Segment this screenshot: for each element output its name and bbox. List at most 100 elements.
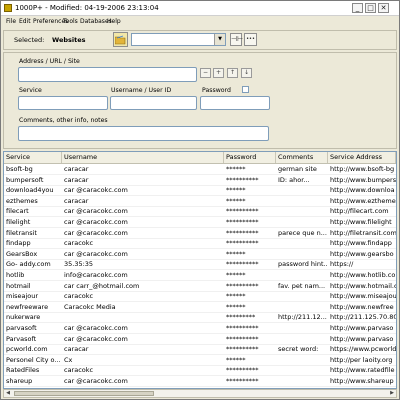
cell-comments (276, 185, 328, 196)
minus-button[interactable]: − (200, 68, 211, 78)
table-row[interactable]: filelight car @caracokc.com ********** http… (4, 217, 396, 228)
cell-comments (276, 291, 328, 302)
column-header-comments[interactable]: Comments (276, 152, 328, 163)
cell-service-address: http://www.newfree (330, 302, 394, 311)
table-row[interactable]: Personel City o... Cx ****** http://per lao… (4, 355, 396, 366)
menu-file[interactable]: File (6, 16, 16, 28)
cell-comments (276, 365, 328, 376)
cell-service: parvasoft (6, 324, 37, 332)
cell-service-address: http://211.125.70.80 (330, 313, 396, 322)
cell-username: car @caracokc.com (64, 186, 128, 195)
cell-password: ****** (226, 249, 246, 258)
minimize-button[interactable]: _ (352, 3, 363, 13)
cell-comments: ID: ahor... (278, 175, 310, 184)
cell-password: ****** (226, 355, 246, 364)
column-header-service[interactable]: Service (4, 152, 62, 163)
filter-button[interactable]: ⊣⊢ (230, 33, 243, 46)
table-row[interactable]: bumpersoft caracar ********** ID: ahor... ht… (4, 175, 396, 186)
chevron-down-icon[interactable]: ▼ (214, 34, 225, 45)
table-row[interactable]: download4you car @caracokc.com ****** http:… (4, 185, 396, 197)
more-button[interactable]: ••• (244, 33, 257, 46)
column-header-service-address[interactable]: Service Address (328, 152, 396, 163)
menu-edit[interactable]: Edit (19, 16, 31, 28)
scroll-thumb[interactable] (14, 391, 154, 396)
comments-input[interactable] (18, 126, 269, 141)
table-row[interactable]: hotmail car carr_@hotmail.com ********** fa… (4, 281, 396, 292)
up-arrow-button[interactable]: ↑ (227, 68, 238, 78)
cell-service-address: http://www.parvaso (330, 324, 394, 332)
table-row[interactable]: hotlib info@caracokc.com ****** http://www.… (4, 270, 396, 281)
table-row[interactable]: Go- addy.com 35.35:35 ********** password h… (4, 259, 396, 271)
cell-username: car @caracokc.com (64, 249, 128, 258)
horizontal-scrollbar[interactable]: ◀ ▶ (3, 389, 397, 398)
table-row[interactable]: newfreeware Caracokc Media ****** http://ww… (4, 302, 396, 313)
username-input[interactable] (110, 96, 197, 110)
table-row[interactable]: miseajour caracokc ****** http://www.miseaj… (4, 291, 396, 303)
cell-comments (276, 355, 328, 366)
cell-service: pcworld.com (6, 345, 48, 354)
address-label: Address / URL / Site (19, 58, 80, 65)
maximize-button[interactable]: □ (365, 3, 376, 13)
cell-comments: password hint... (278, 260, 328, 269)
cell-service-address: http://www.hotmail.c (330, 281, 396, 290)
column-header-password[interactable]: Password (224, 152, 276, 163)
cell-service: hotmail (6, 281, 31, 290)
table-row[interactable]: nukerware ********* http://211.12... http:/… (4, 312, 396, 324)
cell-service: Personel City o... (6, 355, 61, 364)
table-row[interactable]: RatedFiles caracokc ********** http://www.r… (4, 365, 396, 377)
password-table: Service Username Password Comments Servi… (3, 151, 397, 389)
show-password-checkbox[interactable] (242, 86, 249, 93)
cell-password: ********** (226, 218, 259, 226)
menu-help[interactable]: Help (107, 16, 121, 28)
cell-password: ********** (226, 377, 259, 385)
cell-username: caracar (64, 165, 89, 173)
address-input[interactable] (18, 67, 197, 82)
cell-service: shareup (6, 377, 33, 385)
plus-button[interactable]: + (213, 68, 224, 78)
cell-password: ********* (226, 313, 256, 322)
cell-service-address: http://www.ezthemes (330, 196, 396, 205)
cell-username: Cx (64, 355, 73, 364)
cell-service: GearsBox (6, 249, 38, 258)
table-row[interactable]: bsoft-bg caracar ****** german site http://w… (4, 164, 396, 175)
cell-password: ********** (226, 260, 259, 269)
table-row[interactable]: filecart car @caracokc.com ********** http:… (4, 206, 396, 218)
down-arrow-button[interactable]: ↓ (241, 68, 252, 78)
table-row[interactable]: pcworld.com caracar ********** secret word:… (4, 344, 396, 356)
cell-comments (276, 217, 328, 228)
table-row[interactable]: findapp caracokc ********** http://www.find… (4, 238, 396, 250)
cell-service: Go- addy.com (6, 260, 51, 269)
cell-comments (276, 196, 328, 207)
cell-service-address: https:// (330, 260, 354, 269)
table-row[interactable]: ezthemes caracar ****** http://www.ezthemes (4, 196, 396, 207)
cell-username: Caracokc Media (64, 302, 116, 311)
cell-username: info@caracokc.com (64, 271, 128, 279)
column-header-username[interactable]: Username (62, 152, 224, 163)
cell-password: ********** (226, 324, 259, 332)
password-input[interactable] (200, 96, 270, 110)
left-arrow-icon[interactable]: ◀ (4, 390, 12, 397)
table-row[interactable]: Parvasoft car @caracokc.com ********** http… (4, 334, 396, 345)
table-row[interactable]: GearsBox car @caracokc.com ****** http://ww… (4, 249, 396, 260)
selected-database: Websites (52, 36, 86, 44)
cell-service: nukerware (6, 313, 41, 322)
cell-service: filecart (6, 207, 29, 216)
close-button[interactable]: ✕ (378, 3, 389, 13)
cell-username: car @caracokc.com (64, 377, 128, 385)
cell-password: ********** (226, 239, 259, 248)
cell-service-address: http://www.gearsbo (330, 249, 394, 258)
cell-service-address: http://per laoity.org (330, 355, 393, 364)
cell-service-address: http://www.shareup (330, 377, 394, 385)
table-row[interactable]: shareup car @caracokc.com ********** http:/… (4, 376, 396, 387)
table-row[interactable]: parvasoft car @caracokc.com ********** http… (4, 323, 396, 334)
cell-comments (276, 323, 328, 334)
right-arrow-icon[interactable]: ▶ (388, 390, 396, 397)
cell-password: ****** (226, 196, 246, 205)
search-combo[interactable]: ▼ (131, 33, 226, 46)
cell-comments: http://211.12... (278, 313, 327, 322)
folder-button[interactable] (113, 32, 128, 47)
cell-service: miseajour (6, 292, 39, 301)
menu-tools[interactable]: Tools (63, 16, 78, 28)
service-input[interactable] (18, 96, 108, 110)
table-row[interactable]: filetransit car @caracokc.com ********** pa… (4, 228, 396, 239)
